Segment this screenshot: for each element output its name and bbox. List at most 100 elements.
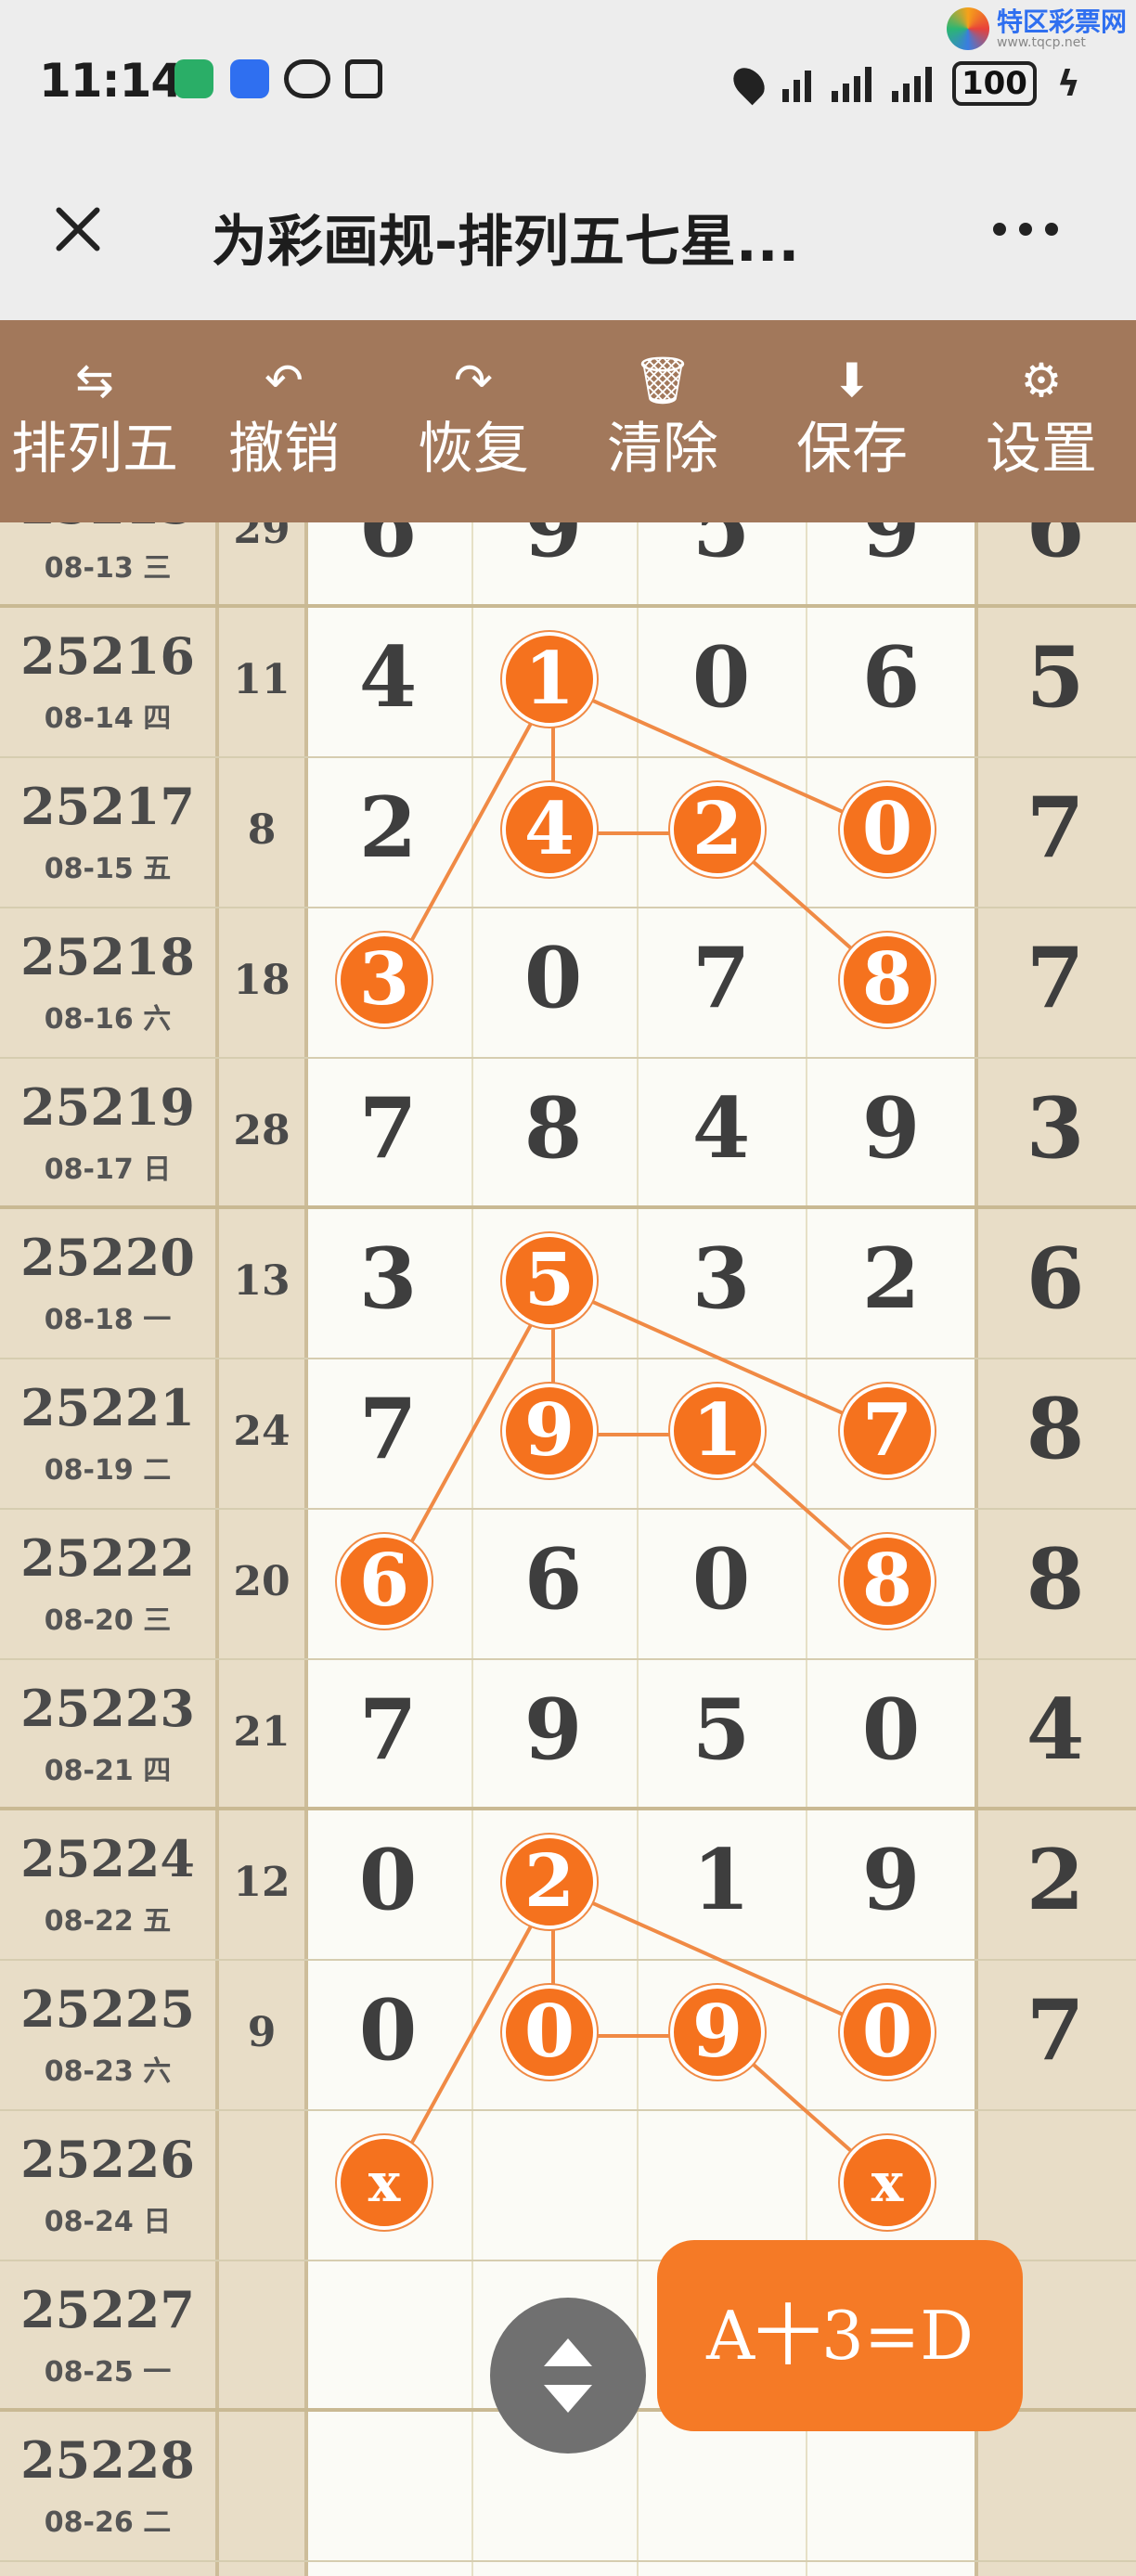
digit-cell[interactable]: 6 <box>826 628 956 727</box>
settings-label: 设置 <box>986 417 1097 482</box>
highlighted-digit[interactable]: 5 <box>502 1233 597 1328</box>
sum-value: 12 <box>233 1859 290 1906</box>
digit-cell[interactable]: 9 <box>488 522 618 576</box>
period-date: 08-13 三 <box>44 552 172 585</box>
period-number: 25226 <box>20 2130 195 2189</box>
status-time: 11:14 <box>39 54 183 108</box>
table-row: 2521508-13 三2969596 <box>0 522 1136 608</box>
highlighted-digit[interactable]: 1 <box>502 632 597 727</box>
digit-cell[interactable]: 3 <box>656 1230 786 1328</box>
period-number: 25221 <box>20 1378 195 1437</box>
digit-cell[interactable]: 9 <box>488 1681 618 1779</box>
digit-cell[interactable]: 0 <box>656 628 786 727</box>
digit-cell[interactable]: 2 <box>323 779 453 877</box>
period-number: 25217 <box>20 777 195 836</box>
sum-value: 21 <box>233 1708 290 1756</box>
highlighted-digit[interactable]: 1 <box>670 1384 765 1478</box>
digit-cell[interactable]: 9 <box>826 1831 956 1929</box>
highlighted-digit[interactable]: 2 <box>670 782 765 877</box>
digit-cell[interactable]: 7 <box>323 1681 453 1779</box>
settings-button[interactable]: ⚙ 设置 <box>947 320 1136 522</box>
table-row: 25218 08-16 六 18 0 7 7 <box>0 908 1136 1059</box>
app-notification-icon <box>230 59 269 98</box>
digit-cell[interactable]: 4 <box>656 1079 786 1178</box>
digit-cell[interactable]: 0 <box>323 1981 453 2080</box>
highlighted-digit[interactable]: 9 <box>502 1384 597 1478</box>
digit-cell[interactable]: 1 <box>656 1831 786 1929</box>
wechat-icon <box>174 59 213 98</box>
location-icon <box>727 61 771 106</box>
highlighted-digit[interactable]: 9 <box>670 1985 765 2080</box>
highlighted-digit[interactable]: 2 <box>502 1835 597 1929</box>
status-right-icons: 100 ϟ <box>727 61 1080 106</box>
digit-cell[interactable]: 8 <box>488 1079 618 1178</box>
last-digit-cell: 6 <box>1026 1230 1085 1328</box>
digit-cell[interactable]: 7 <box>323 1079 453 1178</box>
digit-cell[interactable]: 4 <box>323 628 453 727</box>
highlighted-digit[interactable]: 8 <box>840 1534 935 1629</box>
last-digit-cell: 8 <box>1026 1380 1085 1478</box>
period-date: 08-15 五 <box>44 853 172 885</box>
digit-cell[interactable]: 7 <box>656 929 786 1027</box>
up-down-icon[interactable] <box>490 2298 646 2454</box>
watermark-logo: 特区彩票网 www.tqcp.net <box>946 7 1127 50</box>
digit-cell[interactable]: 3 <box>323 1230 453 1328</box>
lottery-type-button[interactable]: ⇆ 排列五 <box>0 320 189 522</box>
highlighted-digit[interactable]: x <box>337 2135 432 2230</box>
period-number: 25225 <box>20 1979 195 2039</box>
more-icon[interactable] <box>993 223 1058 236</box>
digit-cell[interactable]: 6 <box>323 522 453 576</box>
sum-value: 29 <box>233 522 290 553</box>
period-number: 25223 <box>20 1679 195 1738</box>
undo-button[interactable]: ↶ 撤销 <box>189 320 379 522</box>
digit-cell[interactable]: 0 <box>656 1530 786 1629</box>
period-date: 08-24 日 <box>44 2206 172 2238</box>
period-number: 25228 <box>20 2430 195 2490</box>
digit-cell[interactable]: 0 <box>826 1681 956 1779</box>
redo-button[interactable]: ↷ 恢复 <box>379 320 568 522</box>
highlighted-digit[interactable]: 0 <box>840 782 935 877</box>
sum-value: 13 <box>233 1257 290 1305</box>
highlighted-digit[interactable]: 6 <box>337 1534 432 1629</box>
formula-button[interactable]: A十3=D <box>657 2240 1023 2431</box>
highlighted-digit[interactable]: 3 <box>337 933 432 1027</box>
gear-icon: ⚙ <box>1020 354 1063 407</box>
highlighted-digit[interactable]: 4 <box>502 782 597 877</box>
trash-icon: 🗑 <box>633 354 692 407</box>
last-digit-cell: 6 <box>1026 522 1085 576</box>
close-icon[interactable] <box>48 200 108 259</box>
nfc-icon <box>345 59 382 98</box>
period-number: 25216 <box>20 626 195 686</box>
lottery-type-label: 排列五 <box>11 417 178 482</box>
highlighted-digit[interactable]: x <box>840 2135 935 2230</box>
digit-cell[interactable]: 2 <box>826 1230 956 1328</box>
period-date: 08-21 四 <box>44 1755 172 1787</box>
digit-cell[interactable]: 7 <box>323 1380 453 1478</box>
signal-icon <box>831 65 871 102</box>
swap-icon: ⇆ <box>75 354 114 407</box>
digit-cell[interactable]: 0 <box>488 929 618 1027</box>
highlighted-digit[interactable]: 7 <box>840 1384 935 1478</box>
logo-swirl-icon <box>946 7 989 50</box>
highlighted-digit[interactable]: 0 <box>502 1985 597 2080</box>
digit-cell[interactable]: 0 <box>323 1831 453 1929</box>
sum-value: 24 <box>233 1408 290 1455</box>
digit-cell[interactable]: 5 <box>656 522 786 576</box>
highlighted-digit[interactable]: 0 <box>840 1985 935 2080</box>
sum-value: 9 <box>247 2009 277 2056</box>
digit-cell[interactable]: 6 <box>488 1530 618 1629</box>
period-date: 08-16 六 <box>44 1003 172 1036</box>
redo-label: 恢复 <box>418 417 529 482</box>
digit-cell[interactable]: 5 <box>656 1681 786 1779</box>
sum-value: 28 <box>233 1107 290 1154</box>
highlighted-digit[interactable]: 8 <box>840 933 935 1027</box>
digit-cell[interactable]: 9 <box>826 522 956 576</box>
last-digit-cell: 2 <box>1026 1831 1085 1929</box>
clear-button[interactable]: 🗑 清除 <box>568 320 757 522</box>
digit-cell[interactable]: 9 <box>826 1079 956 1178</box>
period-date: 08-14 四 <box>44 702 172 735</box>
save-button[interactable]: ⬇ 保存 <box>757 320 947 522</box>
eye-icon <box>284 59 330 98</box>
last-digit-cell: 5 <box>1026 628 1085 727</box>
charging-icon: ϟ <box>1056 63 1080 104</box>
